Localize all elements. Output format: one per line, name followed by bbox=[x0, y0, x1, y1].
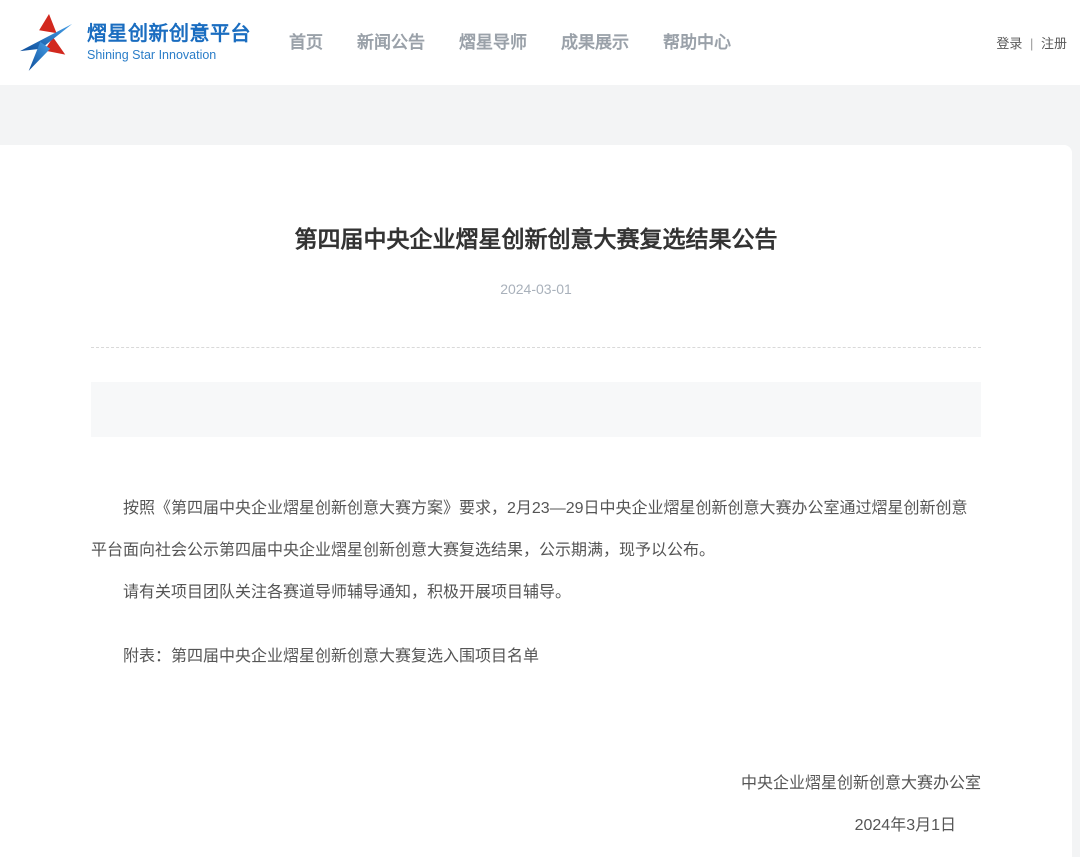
announcement-card: 第四届中央企业熠星创新创意大赛复选结果公告 2024-03-01 按照《第四届中… bbox=[0, 145, 1072, 857]
article-paragraph: 请有关项目团队关注各赛道导师辅导通知，积极开展项目辅导。 bbox=[91, 572, 981, 614]
nav-item-achievements[interactable]: 成果展示 bbox=[561, 0, 629, 85]
brand-logo[interactable]: 熠星创新创意平台 Shining Star Innovation bbox=[20, 11, 251, 75]
star-arrow-logo-icon bbox=[20, 11, 78, 75]
nav-item-news[interactable]: 新闻公告 bbox=[357, 0, 425, 85]
signature-block: 中央企业熠星创新创意大赛办公室 2024年3月1日 bbox=[91, 763, 981, 847]
brand-name-zh: 熠星创新创意平台 bbox=[87, 23, 251, 45]
site-header: 熠星创新创意平台 Shining Star Innovation 首页 新闻公告… bbox=[0, 0, 1080, 85]
signature-date: 2024年3月1日 bbox=[91, 805, 956, 847]
register-link[interactable]: 注册 bbox=[1041, 36, 1067, 51]
brand-name-en: Shining Star Innovation bbox=[87, 48, 251, 62]
nav-item-mentors[interactable]: 熠星导师 bbox=[459, 0, 527, 85]
auth-separator: | bbox=[1030, 36, 1033, 51]
summary-placeholder-block bbox=[91, 382, 981, 437]
auth-links: 登录 | 注册 bbox=[996, 33, 1067, 52]
nav-item-help[interactable]: 帮助中心 bbox=[663, 0, 731, 85]
publish-date: 2024-03-01 bbox=[91, 281, 981, 297]
attachment-link[interactable]: 附表：第四届中央企业熠星创新创意大赛复选入围项目名单 bbox=[91, 636, 981, 678]
article-paragraph: 按照《第四届中央企业熠星创新创意大赛方案》要求，2月23—29日中央企业熠星创新… bbox=[91, 488, 981, 572]
article-body: 按照《第四届中央企业熠星创新创意大赛方案》要求，2月23—29日中央企业熠星创新… bbox=[91, 488, 981, 614]
dashed-divider bbox=[91, 347, 981, 348]
brand-text: 熠星创新创意平台 Shining Star Innovation bbox=[87, 23, 251, 62]
page-background-band bbox=[0, 85, 1080, 145]
main-nav: 首页 新闻公告 熠星导师 成果展示 帮助中心 bbox=[289, 0, 731, 85]
page-title: 第四届中央企业熠星创新创意大赛复选结果公告 bbox=[91, 145, 981, 255]
signature-org: 中央企业熠星创新创意大赛办公室 bbox=[91, 763, 981, 805]
login-link[interactable]: 登录 bbox=[996, 36, 1022, 51]
article-container: 第四届中央企业熠星创新创意大赛复选结果公告 2024-03-01 按照《第四届中… bbox=[91, 145, 981, 847]
nav-item-home[interactable]: 首页 bbox=[289, 0, 323, 85]
